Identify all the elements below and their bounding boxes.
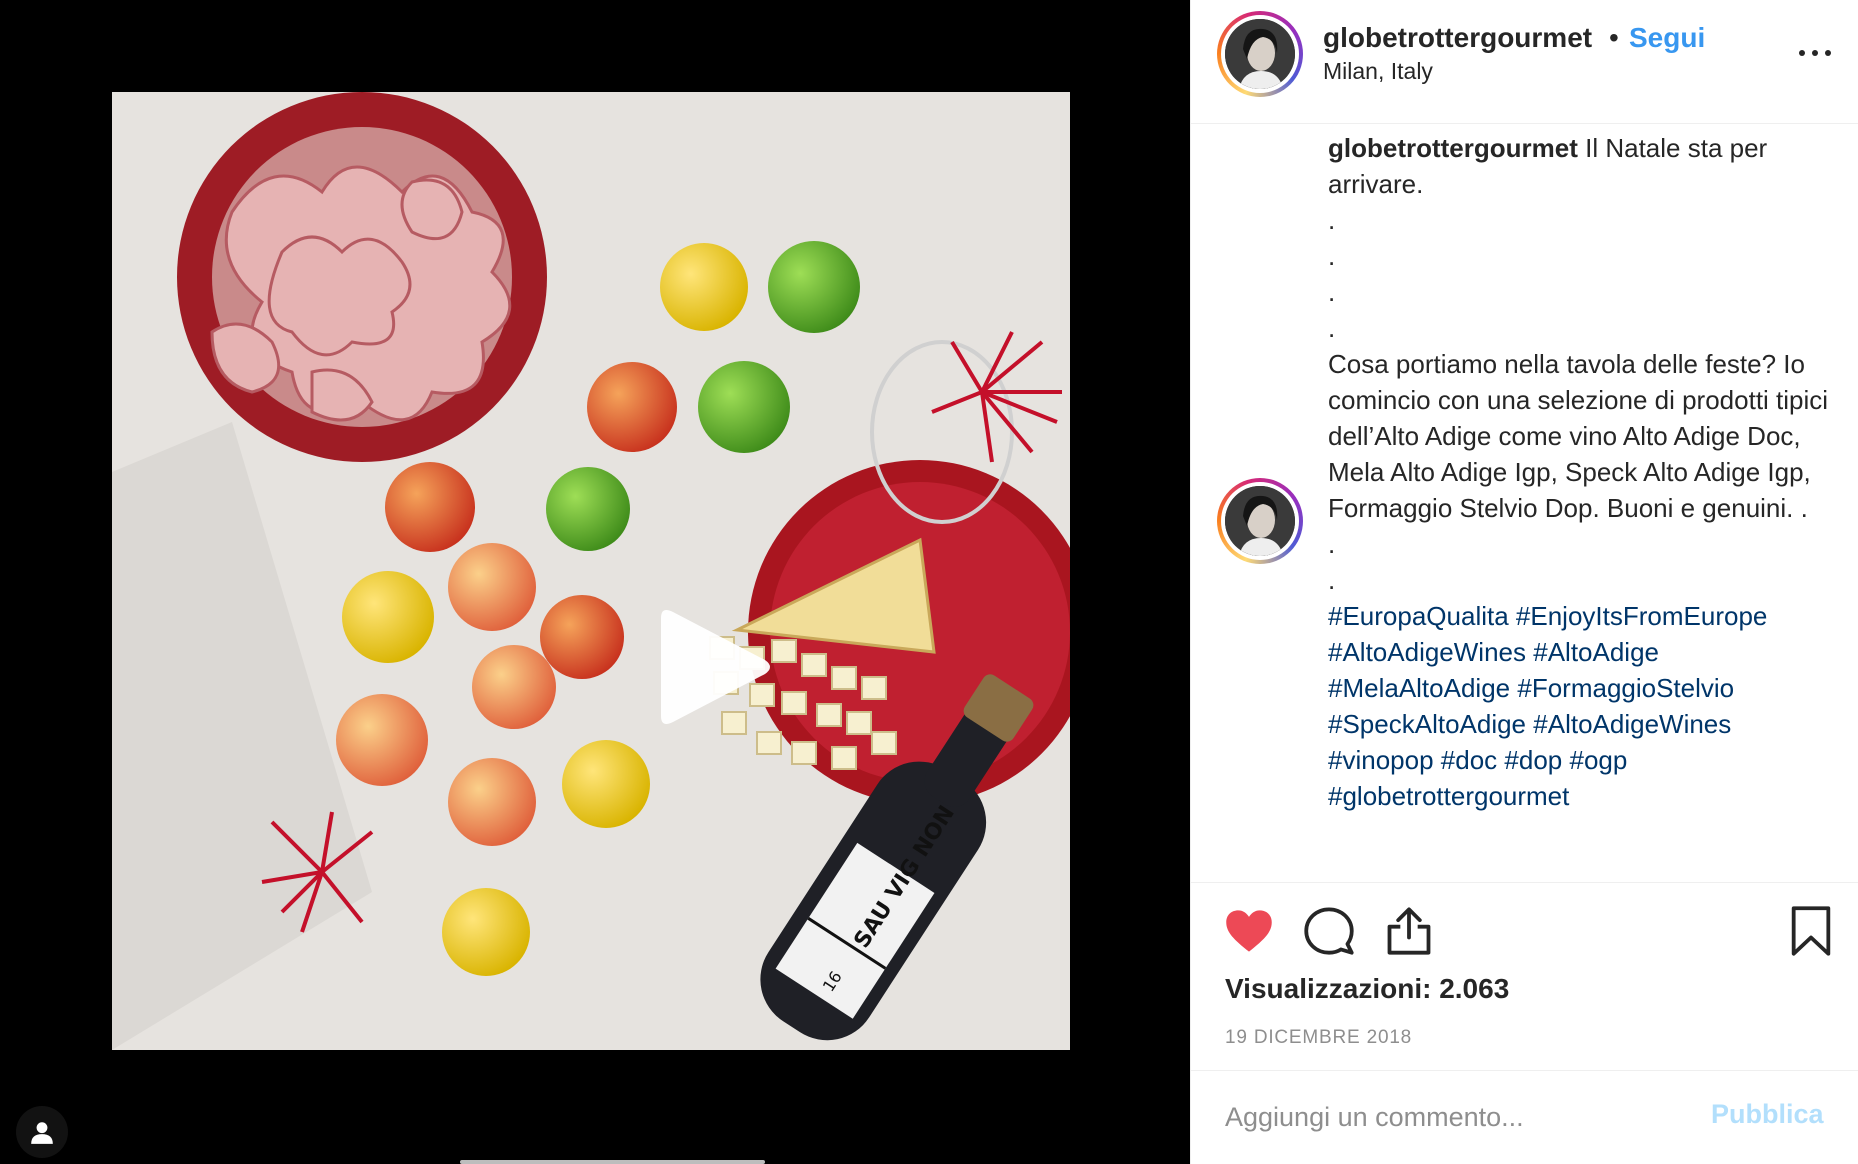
play-icon (661, 610, 770, 724)
play-button[interactable] (647, 602, 777, 732)
speck-plate (177, 92, 547, 462)
caption-dot: . (1328, 565, 1336, 595)
hashtag-list: #EuropaQualita #EnjoyItsFromEurope #Alto… (1328, 598, 1838, 814)
comment-bubble-icon (1304, 907, 1354, 955)
post-location[interactable]: Milan, Italy (1323, 58, 1433, 85)
hashtag-link[interactable]: #EuropaQualita (1328, 601, 1509, 631)
share-button[interactable] (1383, 905, 1435, 957)
media-pane: SAU VIG NON 16 (0, 0, 1190, 1164)
views-count: Visualizzazioni: 2.063 (1225, 973, 1510, 1004)
ellipsis-icon (1799, 50, 1805, 56)
bookmark-icon (1791, 906, 1831, 956)
hashtag-link[interactable]: #doc (1441, 745, 1497, 775)
video-thumbnail: SAU VIG NON 16 (112, 92, 1070, 1050)
hashtag-link[interactable]: #EnjoyItsFromEurope (1516, 601, 1767, 631)
post-header: globetrottergourmet • Segui Milan, Italy (1191, 0, 1858, 124)
avatar[interactable] (1217, 11, 1303, 97)
hashtag-link[interactable]: #AltoAdigeWines (1328, 637, 1526, 667)
tagged-users-button[interactable] (16, 1106, 68, 1158)
post-details-panel: globetrottergourmet • Segui Milan, Italy (1190, 0, 1858, 1164)
heart-icon (1226, 910, 1272, 952)
hashtag-link[interactable]: #FormaggioStelvio (1517, 673, 1734, 703)
caption-dot: . (1328, 241, 1336, 271)
comment-input[interactable] (1225, 1091, 1695, 1143)
caption-dot: . (1328, 313, 1336, 343)
video-progress-bar[interactable] (460, 1160, 765, 1164)
like-button[interactable] (1223, 905, 1275, 957)
caption-body: Cosa portiamo nella tavola delle feste? … (1328, 349, 1829, 523)
hashtag-link[interactable]: #ogp (1569, 745, 1627, 775)
caption-dot: . (1328, 277, 1336, 307)
post-actions: Visualizzazioni: 2.063 19 DICEMBRE 2018 (1191, 882, 1858, 1070)
hashtag-link[interactable]: #vinopop (1328, 745, 1434, 775)
caption-avatar[interactable] (1217, 478, 1303, 564)
hashtag-link[interactable]: #dop (1504, 745, 1562, 775)
post-username[interactable]: globetrottergourmet (1323, 22, 1592, 54)
post-date[interactable]: 19 DICEMBRE 2018 (1225, 1027, 1412, 1049)
video-player[interactable]: SAU VIG NON 16 (112, 92, 1070, 1050)
more-options-button[interactable] (1795, 38, 1835, 68)
follow-button[interactable]: Segui (1629, 22, 1705, 54)
hashtag-link[interactable]: #MelaAltoAdige (1328, 673, 1510, 703)
hashtag-link[interactable]: #AltoAdigeWines (1533, 709, 1731, 739)
save-button[interactable] (1785, 905, 1837, 957)
caption-dot: . (1328, 205, 1336, 235)
separator-dot: • (1609, 22, 1619, 53)
caption-username[interactable]: globetrottergourmet (1328, 133, 1578, 163)
add-comment-section: Pubblica (1191, 1070, 1858, 1164)
caption-area: globetrottergourmet Il Natale sta per ar… (1191, 124, 1858, 882)
avatar-portrait (1225, 486, 1295, 556)
avatar-portrait (1225, 19, 1295, 89)
hashtag-link[interactable]: #globetrottergourmet (1328, 781, 1569, 811)
user-icon (31, 1122, 53, 1144)
caption-text: globetrottergourmet Il Natale sta per ar… (1328, 130, 1838, 814)
caption-dot: . (1328, 529, 1336, 559)
hashtag-link[interactable]: #SpeckAltoAdige (1328, 709, 1526, 739)
comment-button[interactable] (1303, 905, 1355, 957)
share-icon (1387, 907, 1431, 955)
hashtag-link[interactable]: #AltoAdige (1533, 637, 1659, 667)
publish-button[interactable]: Pubblica (1711, 1099, 1824, 1130)
